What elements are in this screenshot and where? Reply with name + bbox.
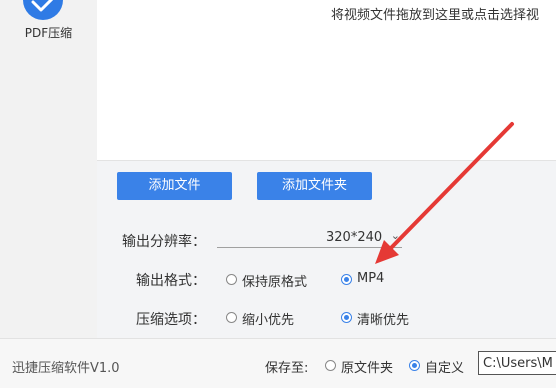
save-custom-text: 自定义 [425, 361, 465, 376]
compress-smaller-text: 缩小优先 [242, 313, 295, 328]
add-folder-button[interactable]: 添加文件夹 [257, 172, 372, 200]
compress-clear-radio[interactable] [341, 312, 352, 323]
save-original-folder-radio[interactable] [325, 360, 336, 371]
compress-clear-text: 清晰优先 [357, 313, 410, 328]
save-to-label: 保存至: [265, 361, 309, 376]
resolution-value: 320*240 [326, 230, 383, 245]
sidebar-item-label: PDF压缩 [24, 26, 73, 40]
save-path-input[interactable]: C:\Users\M [478, 351, 556, 375]
resolution-select[interactable]: 320*240 ⌄ [217, 229, 402, 248]
format-keep-original-radio[interactable] [226, 274, 237, 285]
save-original-folder-text: 原文件夹 [341, 361, 394, 376]
footer-bar: 迅捷压缩软件V1.0 保存至: 原文件夹 自定义 C:\Users\M [0, 338, 556, 388]
resolution-label: 输出分辨率： [122, 234, 206, 250]
pdf-compress-icon [23, 0, 63, 20]
compress-label: 压缩选项： [136, 312, 206, 328]
sidebar: PDF压缩 [0, 0, 97, 338]
save-custom-radio[interactable] [409, 360, 420, 371]
drop-hint: 将视频文件拖放到这里或点击选择视 [331, 8, 540, 23]
drop-zone[interactable] [97, 0, 556, 160]
app-version: 迅捷压缩软件V1.0 [12, 361, 120, 376]
chevron-down-icon: ⌄ [390, 229, 400, 242]
sidebar-item-pdf-compress[interactable]: PDF压缩 [0, 0, 97, 60]
compress-smaller-radio[interactable] [226, 312, 237, 323]
format-mp4-text: MP4 [357, 271, 385, 286]
format-label: 输出格式： [136, 273, 206, 289]
format-mp4-radio[interactable] [341, 274, 352, 285]
format-keep-original-text: 保持原格式 [242, 275, 308, 290]
add-file-button[interactable]: 添加文件 [117, 172, 232, 200]
